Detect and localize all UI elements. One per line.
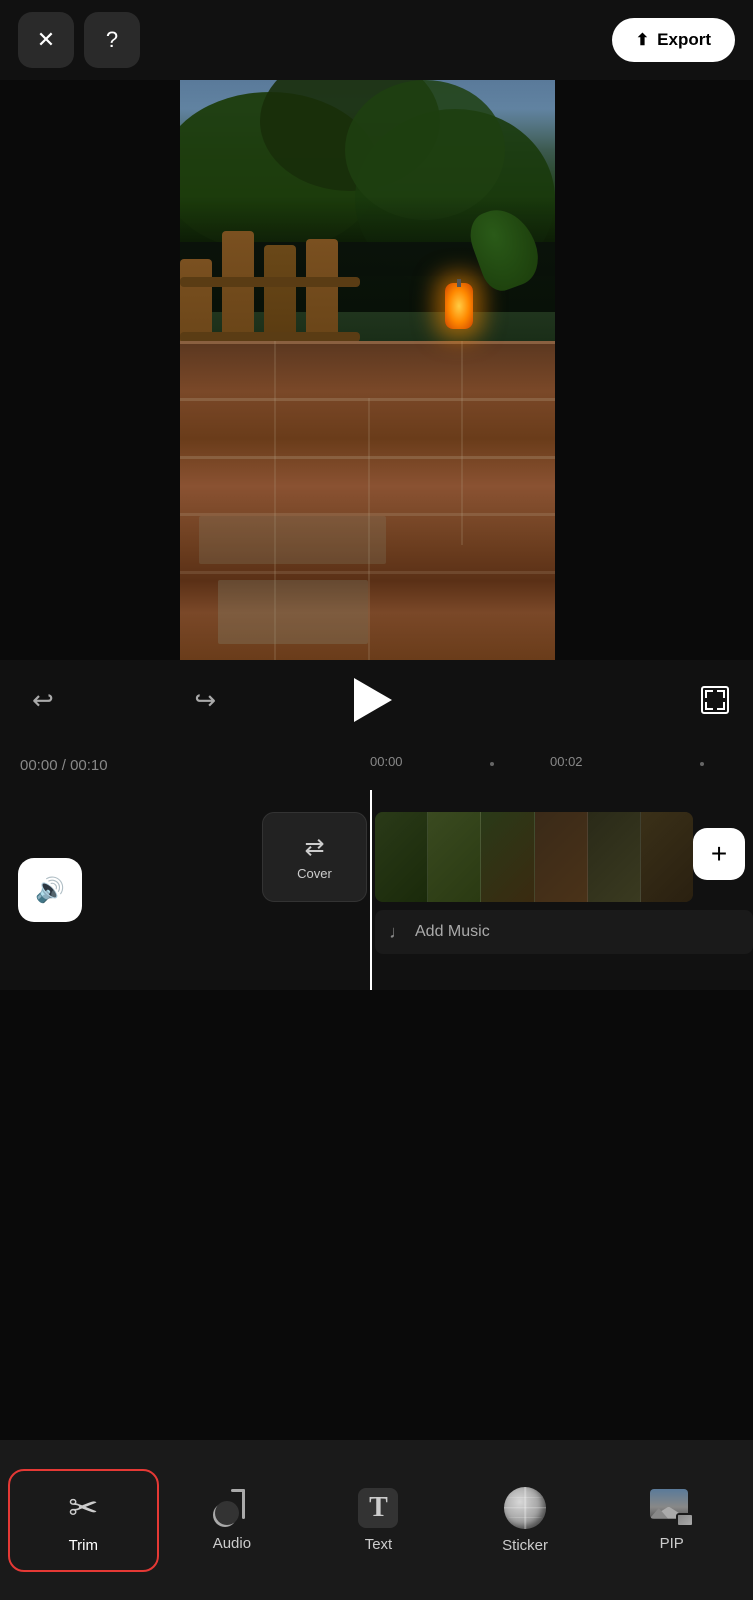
tool-sticker[interactable]: Sticker	[452, 1471, 599, 1570]
play-button[interactable]	[349, 678, 392, 722]
fs-tr-v	[723, 690, 725, 698]
mortar-patch-2	[199, 516, 387, 564]
add-music-button[interactable]: ♩ Add Music	[375, 910, 753, 954]
controls-bar: ↩ ↪	[0, 660, 753, 740]
plant-leaf	[463, 200, 547, 296]
fs-tl-v	[705, 690, 707, 698]
timeline-content: 🔊 ⇄ Cover + ♩ Add Music	[0, 790, 753, 990]
help-button[interactable]: ?	[84, 12, 140, 68]
timeline-header: 00:00 / 00:10 00:00 00:02	[0, 740, 753, 790]
tool-audio[interactable]: Audio	[159, 1473, 306, 1568]
tool-text[interactable]: T Text	[305, 1472, 452, 1569]
pip-icon	[650, 1489, 694, 1527]
export-button[interactable]: ⬆ Export	[612, 18, 735, 62]
bottom-toolbar: ✂ Trim Audio T Text Sticker	[0, 1440, 753, 1600]
add-music-label: Add Music	[415, 923, 490, 941]
strip-2	[428, 812, 481, 902]
fullscreen-icon	[701, 686, 729, 714]
note-flag	[231, 1489, 245, 1492]
strip-3	[481, 812, 534, 902]
note-stem	[242, 1489, 245, 1519]
marker-2: 00:02	[550, 754, 583, 769]
current-time: 00:00	[20, 757, 58, 774]
strip-5	[588, 812, 641, 902]
add-clip-button[interactable]: +	[693, 828, 745, 880]
video-strip[interactable]	[375, 812, 693, 902]
text-label: Text	[365, 1536, 393, 1553]
timeline-area[interactable]: 🔊 ⇄ Cover + ♩ Add Music	[0, 790, 753, 990]
time-sep: /	[62, 757, 70, 774]
brick-wall	[180, 341, 555, 660]
lantern-glow	[445, 283, 473, 329]
timeline-dot-2	[700, 762, 704, 766]
music-note-icon: ♩	[389, 922, 407, 943]
playhead	[370, 790, 372, 990]
fs-bl-v	[705, 702, 707, 710]
export-label: Export	[657, 30, 711, 50]
tool-pip[interactable]: PIP	[598, 1473, 745, 1568]
undo-button[interactable]: ↩	[24, 677, 62, 724]
export-icon: ⬆	[636, 30, 649, 50]
video-preview	[180, 80, 555, 660]
cover-panel[interactable]: ⇄ Cover	[262, 812, 367, 902]
audio-track-button[interactable]: 🔊	[18, 858, 82, 922]
globe-lat2	[508, 1517, 542, 1518]
cover-arrows-icon: ⇄	[304, 833, 324, 862]
scissors-icon: ✂	[68, 1487, 98, 1529]
pip-overlay	[676, 1513, 694, 1527]
cover-label: Cover	[297, 866, 332, 881]
volume-icon: 🔊	[35, 876, 65, 905]
play-icon	[354, 678, 392, 722]
audio-label: Audio	[213, 1535, 251, 1552]
mortar-patch-1	[218, 580, 368, 644]
mortar-v3	[461, 341, 463, 545]
strip-4	[535, 812, 588, 902]
time-display: 00:00 / 00:10	[20, 757, 108, 774]
plant	[475, 208, 555, 308]
sticker-label: Sticker	[502, 1537, 548, 1554]
lantern-top	[457, 279, 461, 287]
marker-0: 00:00	[370, 754, 403, 769]
sticker-icon	[504, 1487, 546, 1529]
fullscreen-button[interactable]	[701, 686, 729, 714]
fence-rail-2	[180, 277, 360, 287]
globe-lat1	[508, 1497, 542, 1498]
text-icon: T	[358, 1488, 398, 1528]
pip-label: PIP	[660, 1535, 684, 1552]
tool-trim[interactable]: ✂ Trim	[8, 1469, 159, 1572]
timeline-empty	[0, 990, 753, 1440]
strip-6	[641, 812, 693, 902]
text-t-icon: T	[369, 1492, 388, 1524]
globe-meridian	[524, 1487, 526, 1529]
top-bar: ✕ ? ⬆ Export	[0, 0, 753, 80]
pip-overlay-bg	[678, 1515, 692, 1525]
note-circle-inner	[215, 1501, 239, 1525]
strip-1	[375, 812, 428, 902]
lantern	[445, 283, 473, 329]
total-time: 00:10	[70, 757, 108, 774]
trim-label: Trim	[69, 1537, 98, 1554]
redo-button[interactable]: ↪	[186, 677, 224, 724]
close-button[interactable]: ✕	[18, 12, 74, 68]
top-left-controls: ✕ ?	[18, 12, 140, 68]
audio-icon	[213, 1489, 251, 1527]
fs-br-v	[723, 702, 725, 710]
timeline-dot-1	[490, 762, 494, 766]
